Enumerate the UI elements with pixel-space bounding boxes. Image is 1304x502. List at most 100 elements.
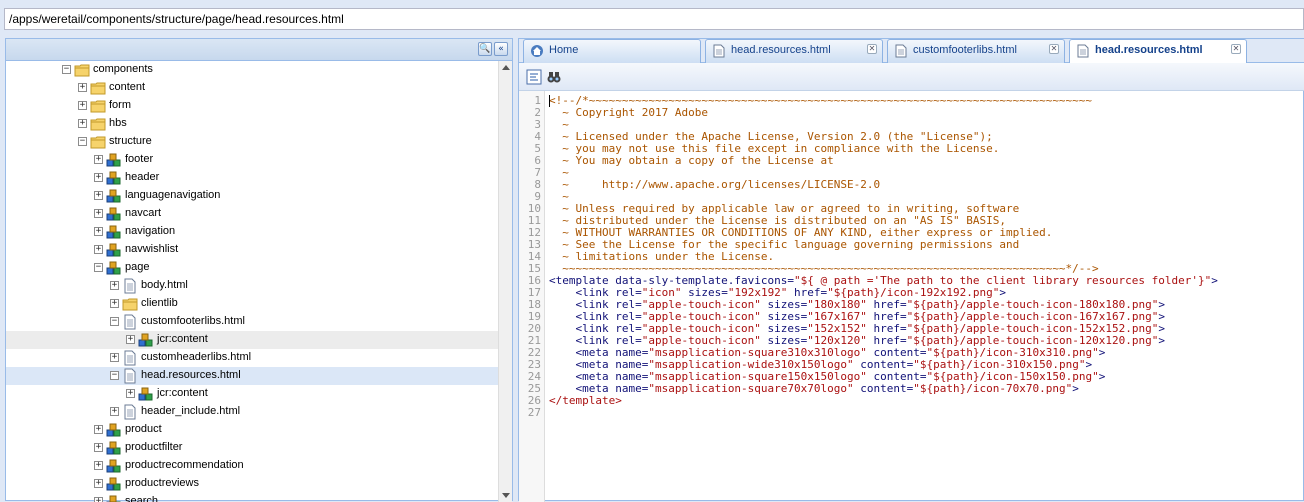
tree-node-label: structure <box>109 135 152 147</box>
expand-toggle-icon[interactable]: + <box>110 299 119 308</box>
line-number-gutter: 1 2 3 4 5 6 7 8 9 10 11 12 13 14 15 16 17 18 19 20 21 22 23 24 2… <box>519 91 545 502</box>
tab-label: head.resources.html <box>1095 44 1203 56</box>
tree-node[interactable]: + header <box>6 169 498 187</box>
tree-node[interactable]: + product <box>6 421 498 439</box>
expand-toggle-icon[interactable]: + <box>78 83 87 92</box>
expand-toggle-icon[interactable]: + <box>126 335 135 344</box>
close-icon[interactable]: ✕ <box>1049 44 1059 54</box>
tree-node[interactable]: + customheaderlibs.html <box>6 349 498 367</box>
tree-node-label: navwishlist <box>125 243 179 255</box>
path-input[interactable]: /apps/weretail/components/structure/page… <box>4 8 1304 30</box>
tab-head-resources[interactable]: head.resources.html ✕ <box>705 39 883 63</box>
expand-toggle-icon[interactable]: + <box>94 461 103 470</box>
collapse-panel-icon[interactable]: « <box>494 42 508 56</box>
tree-node[interactable]: + productrecommendation <box>6 457 498 475</box>
tree-node[interactable]: + navwishlist <box>6 241 498 259</box>
tree-node[interactable]: + body.html <box>6 277 498 295</box>
tree-node[interactable]: + languagenavigation <box>6 187 498 205</box>
folder-icon <box>90 116 106 132</box>
text-cursor <box>549 95 550 107</box>
code-line: ~ http://www.apache.org/licenses/LICENSE… <box>549 179 880 191</box>
tree-node[interactable]: − page <box>6 259 498 277</box>
tree-node[interactable]: + navcart <box>6 205 498 223</box>
code-line: ~ Copyright 2017 Adobe <box>549 107 708 119</box>
tree-node[interactable]: + jcr:content <box>6 331 498 349</box>
tree-node[interactable]: + hbs <box>6 115 498 133</box>
code-line: ~ You may obtain a copy of the License a… <box>549 155 834 167</box>
tree-node[interactable]: + clientlib <box>6 295 498 313</box>
component-icon <box>106 440 122 456</box>
tree-node-label: productfilter <box>125 441 183 453</box>
expand-toggle-icon[interactable]: + <box>94 173 103 182</box>
component-icon <box>106 206 122 222</box>
scroll-down-icon[interactable] <box>502 493 510 498</box>
code-token: </template> <box>549 394 622 407</box>
tree-node[interactable]: − components <box>6 61 498 79</box>
tree-node-label: jcr:content <box>157 333 208 345</box>
expand-toggle-icon[interactable]: + <box>78 101 87 110</box>
collapse-toggle-icon[interactable]: − <box>110 371 119 380</box>
component-icon <box>106 458 122 474</box>
tree-node[interactable]: + header_include.html <box>6 403 498 421</box>
tree-panel-header: 🔍 « <box>6 39 512 61</box>
component-icon <box>106 422 122 438</box>
tree-node[interactable]: + productreviews <box>6 475 498 493</box>
tree-node-label: jcr:content <box>157 387 208 399</box>
code-token: "${path}/icon-70x70.png" <box>913 382 1073 395</box>
code-token: ~ http://www.apache.org/licenses/LICENSE… <box>549 178 881 191</box>
expand-toggle-icon[interactable]: + <box>94 443 103 452</box>
binoculars-icon[interactable]: 🔍 <box>478 42 492 56</box>
expand-toggle-icon[interactable]: + <box>94 227 103 236</box>
component-icon <box>106 152 122 168</box>
binoculars-icon[interactable] <box>545 68 563 86</box>
tree-node[interactable]: + navigation <box>6 223 498 241</box>
tree-node[interactable]: + content <box>6 79 498 97</box>
collapse-toggle-icon[interactable]: − <box>110 317 119 326</box>
expand-toggle-icon[interactable]: + <box>94 425 103 434</box>
expand-toggle-icon[interactable]: + <box>126 389 135 398</box>
tree-scrollbar[interactable] <box>498 61 512 502</box>
collapse-toggle-icon[interactable]: − <box>94 263 103 272</box>
file-icon <box>122 314 138 330</box>
expand-toggle-icon[interactable]: + <box>94 191 103 200</box>
collapse-toggle-icon[interactable]: − <box>62 65 71 74</box>
expand-toggle-icon[interactable]: + <box>110 281 119 290</box>
tree-node-label: body.html <box>141 279 188 291</box>
code-line: </template> <box>549 395 622 407</box>
format-code-icon[interactable] <box>525 68 543 86</box>
tree-node-label: form <box>109 99 131 111</box>
expand-toggle-icon[interactable]: + <box>94 245 103 254</box>
tree-node[interactable]: + footer <box>6 151 498 169</box>
collapse-toggle-icon[interactable]: − <box>78 137 87 146</box>
code-token: > <box>1072 382 1079 395</box>
line-number: 27 <box>527 406 541 419</box>
tree-node-label: header_include.html <box>141 405 241 417</box>
tree-node[interactable]: − structure <box>6 133 498 151</box>
tree-node[interactable]: + productfilter <box>6 439 498 457</box>
tree-node[interactable]: + form <box>6 97 498 115</box>
file-icon <box>122 350 138 366</box>
code-token: > <box>1098 346 1106 359</box>
component-icon <box>106 170 122 186</box>
tab-home[interactable]: Home <box>523 39 701 63</box>
scroll-up-icon[interactable] <box>502 65 510 70</box>
expand-toggle-icon[interactable]: + <box>94 479 103 488</box>
home-icon <box>531 45 543 57</box>
expand-toggle-icon[interactable]: + <box>78 119 87 128</box>
tree-node[interactable]: − customfooterlibs.html <box>6 313 498 331</box>
tree-node-label: footer <box>125 153 154 165</box>
file-icon <box>713 44 725 58</box>
expand-toggle-icon[interactable]: + <box>110 407 119 416</box>
expand-toggle-icon[interactable]: + <box>110 353 119 362</box>
expand-toggle-icon[interactable]: + <box>94 209 103 218</box>
tab-head-resources-active[interactable]: head.resources.html ✕ <box>1069 39 1247 64</box>
expand-toggle-icon[interactable]: + <box>94 497 103 502</box>
close-icon[interactable]: ✕ <box>1231 44 1241 54</box>
close-icon[interactable]: ✕ <box>867 44 877 54</box>
tree-node[interactable]: + jcr:content <box>6 385 498 403</box>
expand-toggle-icon[interactable]: + <box>94 155 103 164</box>
folder-icon <box>90 80 106 96</box>
code-editor[interactable]: 1 2 3 4 5 6 7 8 9 10 11 12 13 14 15 16 17 18 19 20 21 22 23 24 2… <box>519 91 1304 502</box>
tree-node[interactable]: − head.resources.html <box>6 367 498 385</box>
tab-customfooterlibs[interactable]: customfooterlibs.html ✕ <box>887 39 1065 63</box>
